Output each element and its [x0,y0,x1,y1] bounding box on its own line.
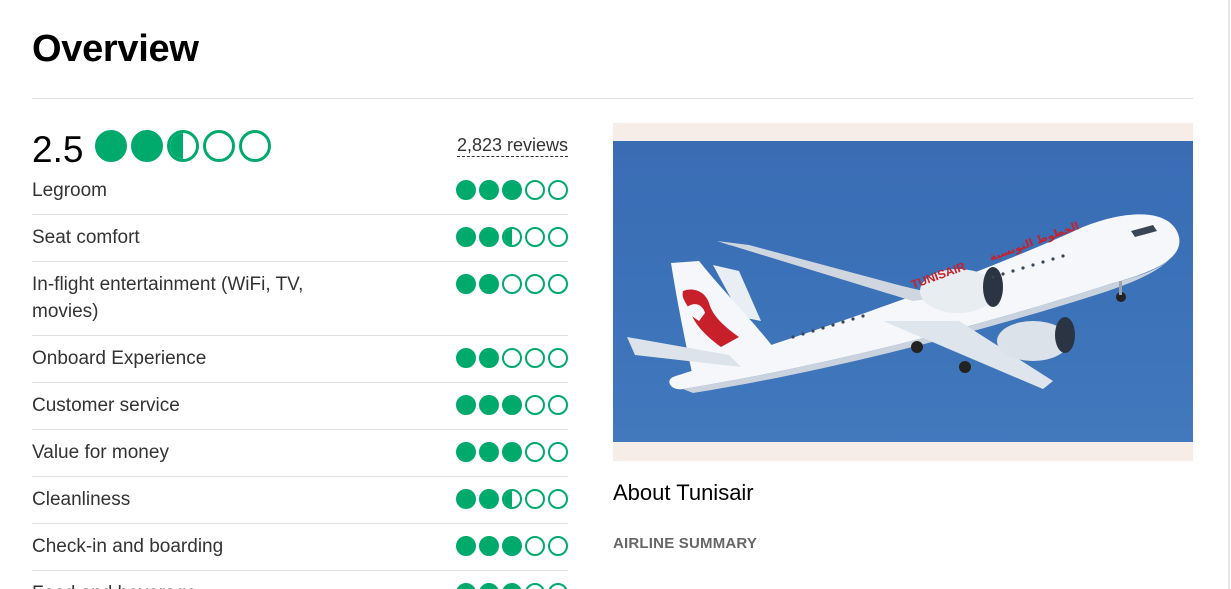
filled-bubble-icon [502,583,522,589]
category-rating-row: Onboard Experience [32,336,568,383]
empty-bubble-icon [525,442,545,462]
empty-bubble-icon [548,348,568,368]
empty-bubble-icon [525,227,545,247]
empty-bubble-icon [548,395,568,415]
category-label: Onboard Experience [32,348,207,369]
filled-bubble-icon [456,227,476,247]
half-filled-bubble-icon [167,130,200,162]
airplane-photo[interactable]: TUNISAIR الخطوط التونسية [613,141,1193,442]
category-rating-row: Food and beverage [32,571,568,589]
filled-bubble-icon [131,130,164,162]
category-rating-bubbles [453,177,568,200]
category-rating-row: Cleanliness [32,477,568,524]
category-label: Legroom [32,180,107,201]
empty-bubble-icon [525,395,545,415]
category-label: Seat comfort [32,227,140,248]
filled-bubble-icon [502,395,522,415]
category-ratings-list: Legroom Seat comfort In-flight entertainme… [32,168,568,589]
category-rating-bubbles [453,224,568,247]
reviews-count-link[interactable]: 2,823 reviews [456,134,568,157]
empty-bubble-icon [239,130,272,162]
airplane-icon: TUNISAIR الخطوط التونسية [627,214,1180,393]
category-rating-bubbles [453,533,568,556]
overall-score: 2.5 [32,129,84,170]
empty-bubble-icon [548,274,568,294]
empty-bubble-icon [525,489,545,509]
category-rating-bubbles [453,486,568,509]
category-rating-bubbles [453,345,568,368]
empty-bubble-icon [548,536,568,556]
category-rating-bubbles [453,580,568,589]
filled-bubble-icon [456,180,476,200]
rating-summary: 2.5 2,823 reviews Legroom Seat comfort In-… [32,124,568,589]
page-title: Overview [32,28,199,70]
overall-rating-bubbles [95,130,275,162]
filled-bubble-icon [479,180,499,200]
category-label: Food and beverage [32,580,322,589]
category-rating-bubbles [453,271,568,294]
empty-bubble-icon [502,274,522,294]
filled-bubble-icon [502,536,522,556]
filled-bubble-icon [456,536,476,556]
filled-bubble-icon [479,348,499,368]
filled-bubble-icon [456,442,476,462]
airline-summary-label: AIRLINE SUMMARY [613,535,758,552]
filled-bubble-icon [95,130,128,162]
half-filled-bubble-icon [502,227,522,247]
category-rating-row: Legroom [32,168,568,215]
category-rating-row: Customer service [32,383,568,430]
filled-bubble-icon [456,583,476,589]
filled-bubble-icon [502,180,522,200]
filled-bubble-icon [479,227,499,247]
category-rating-bubbles [453,439,568,462]
filled-bubble-icon [479,274,499,294]
about-title: About Tunisair [613,480,754,505]
filled-bubble-icon [479,536,499,556]
filled-bubble-icon [456,489,476,509]
half-filled-bubble-icon [502,489,522,509]
category-label: Value for money [32,442,169,463]
empty-bubble-icon [548,227,568,247]
filled-bubble-icon [479,489,499,509]
category-label: Cleanliness [32,489,131,510]
category-rating-row: Value for money [32,430,568,477]
empty-bubble-icon [548,442,568,462]
airline-photo-frame: TUNISAIR الخطوط التونسية [613,123,1193,461]
filled-bubble-icon [479,395,499,415]
filled-bubble-icon [456,348,476,368]
filled-bubble-icon [479,442,499,462]
overall-rating: 2.5 2,823 reviews [32,124,568,170]
empty-bubble-icon [548,489,568,509]
empty-bubble-icon [525,536,545,556]
divider [32,98,1193,99]
category-label: Customer service [32,395,180,416]
empty-bubble-icon [502,348,522,368]
filled-bubble-icon [479,583,499,589]
filled-bubble-icon [502,442,522,462]
empty-bubble-icon [525,180,545,200]
scrollbar[interactable] [1228,0,1230,589]
category-rating-row: Check-in and boarding [32,524,568,571]
category-label: Check-in and boarding [32,536,224,557]
filled-bubble-icon [456,395,476,415]
empty-bubble-icon [548,583,568,589]
category-label: In-flight entertainment (WiFi, TV, movie… [32,274,304,322]
empty-bubble-icon [525,348,545,368]
empty-bubble-icon [203,130,236,162]
empty-bubble-icon [525,583,545,589]
empty-bubble-icon [525,274,545,294]
category-rating-bubbles [453,392,568,415]
empty-bubble-icon [548,180,568,200]
category-rating-row: Seat comfort [32,215,568,262]
category-rating-row: In-flight entertainment (WiFi, TV, movie… [32,262,568,336]
filled-bubble-icon [456,274,476,294]
